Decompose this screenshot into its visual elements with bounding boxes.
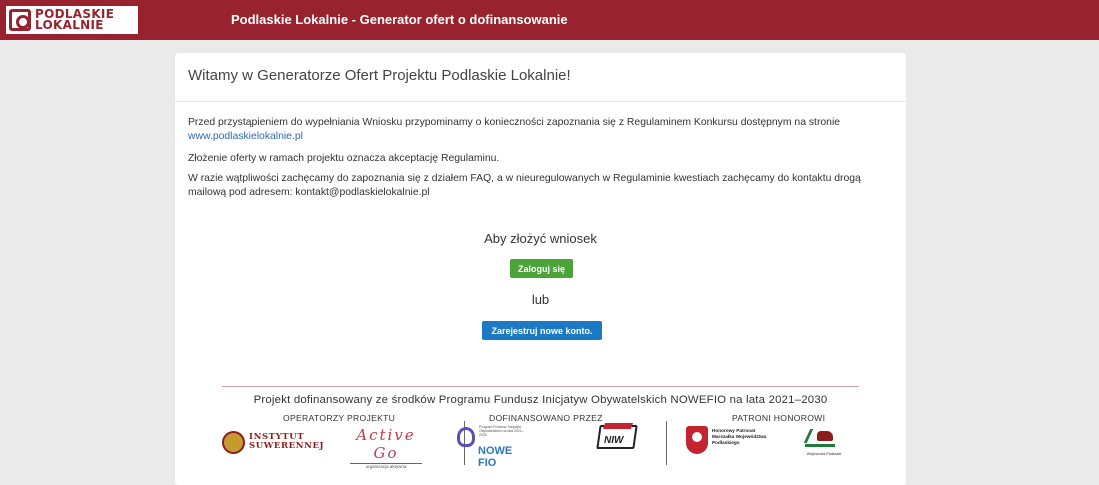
coat-of-arms-icon xyxy=(686,426,708,454)
divider xyxy=(175,101,906,102)
footer-divider xyxy=(222,386,859,387)
funding-statement: Projekt dofinansowany ze środków Program… xyxy=(253,394,828,406)
niw-text: NIW xyxy=(604,435,624,446)
cofinanced-title: DOFINANSOWANO PRZEZ xyxy=(489,413,603,423)
intro-text: Przed przystąpieniem do wypełniania Wnio… xyxy=(188,117,841,128)
podlaskie-lokalnie-logo[interactable]: PODLASKIE LOKALNIE xyxy=(6,6,138,34)
wojewoda-logo: Wojewoda Podlaski xyxy=(797,427,847,461)
logo-divider xyxy=(666,421,667,465)
active-go-subtitle: organizacja aktywna xyxy=(350,463,422,469)
regulations-link[interactable]: www.podlaskielokalnie.pl xyxy=(188,131,303,142)
wojewoda-text: Wojewoda Podlaski xyxy=(806,451,842,456)
marszalek-logo: Honorowy Patronat Marszałka Województwa … xyxy=(686,426,768,460)
app-title: Podlaskie Lokalnie - Generator ofert o d… xyxy=(231,12,568,27)
fio-icon xyxy=(457,427,475,447)
welcome-heading: Witamy w Generatorze Ofert Projektu Podl… xyxy=(188,67,571,84)
login-button[interactable]: Zaloguj się xyxy=(510,259,573,278)
acceptance-text: Złożenie oferty w ramach projektu oznacz… xyxy=(188,153,500,164)
cta-heading: Aby złożyć wniosek xyxy=(484,231,597,246)
niw-logo: NIW xyxy=(594,423,644,459)
marszalek-text: Honorowy Patronat Marszałka Województwa … xyxy=(712,428,767,445)
or-label: lub xyxy=(531,292,550,307)
contact-text: W razie wątpliwości zachęcamy do zapozna… xyxy=(188,173,861,198)
intro-paragraph: Przed przystąpieniem do wypełniania Wnio… xyxy=(188,116,893,144)
instytut-suwerennej-logo: INSTYTUT SUWERENNEJ xyxy=(222,427,328,457)
main-card: Witamy w Generatorze Ofert Projektu Podl… xyxy=(175,53,906,485)
register-button[interactable]: Zarejestruj nowe konto. xyxy=(482,321,602,340)
inst-line-2: SUWERENNEJ xyxy=(249,441,325,451)
active-go-text: Active Go xyxy=(356,426,416,462)
niw-flag-icon xyxy=(602,423,634,429)
crest-icon xyxy=(222,430,245,454)
logo-line-2: LOKALNIE xyxy=(35,18,104,32)
logo-icon xyxy=(9,9,31,31)
fio-name: NOWE FIO xyxy=(478,445,513,469)
nowe-fio-logo: Program Fundusz Inicjatyw Obywatelskich … xyxy=(457,425,531,469)
bison-icon xyxy=(805,429,835,447)
active-go-logo: Active Go organizacja aktywna xyxy=(350,426,422,469)
fio-small-text: Program Fundusz Inicjatyw Obywatelskich … xyxy=(479,425,524,437)
patrons-title: PATRONI HONOROWI xyxy=(732,413,826,423)
operators-title: OPERATORZY PROJEKTU xyxy=(283,413,396,423)
top-bar: PODLASKIE LOKALNIE Podlaskie Lokalnie - … xyxy=(0,0,1099,40)
